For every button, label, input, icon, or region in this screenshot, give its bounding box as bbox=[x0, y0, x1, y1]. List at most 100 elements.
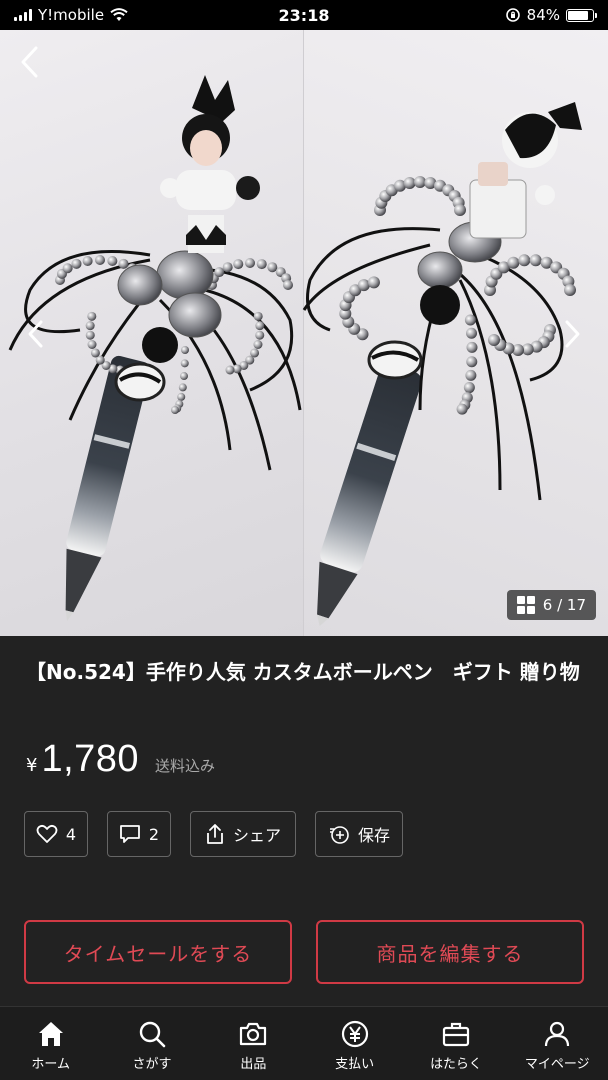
action-buttons: 4 2 シェア 保存 bbox=[24, 811, 403, 857]
image-counter[interactable]: 6 / 17 bbox=[506, 590, 596, 620]
status-bar: Y!mobile 23:18 84% bbox=[0, 0, 608, 30]
left-figure bbox=[160, 75, 260, 253]
bead bbox=[245, 258, 255, 268]
shipping-label: 送料込み bbox=[155, 757, 216, 775]
bead bbox=[180, 372, 189, 381]
bead bbox=[454, 204, 466, 216]
bead bbox=[233, 259, 244, 270]
bead bbox=[214, 267, 225, 278]
bead bbox=[181, 346, 189, 354]
bead bbox=[403, 176, 416, 189]
bead bbox=[253, 311, 263, 321]
tab-mypage-label: マイページ bbox=[524, 1057, 590, 1072]
tab-home[interactable]: ホーム bbox=[0, 1007, 101, 1080]
image-counter-text: 6 / 17 bbox=[542, 596, 586, 614]
bead bbox=[488, 334, 501, 346]
bead bbox=[253, 339, 263, 349]
comment-count: 2 bbox=[148, 824, 160, 844]
bead bbox=[518, 254, 531, 267]
bead bbox=[225, 365, 235, 375]
signal-icon bbox=[14, 9, 32, 21]
bead bbox=[466, 327, 478, 339]
bead bbox=[90, 348, 100, 358]
search-icon bbox=[139, 1021, 166, 1048]
bead bbox=[464, 314, 476, 326]
price-row: ¥ 1,780 送料込み bbox=[26, 738, 215, 781]
bead bbox=[456, 403, 468, 415]
back-button[interactable] bbox=[14, 44, 46, 80]
tab-search[interactable]: さがす bbox=[101, 1007, 202, 1080]
bead bbox=[171, 406, 179, 414]
back-icon bbox=[21, 46, 38, 78]
bead bbox=[118, 258, 129, 269]
like-count: 4 bbox=[65, 824, 77, 844]
clock: 23:18 bbox=[278, 5, 330, 25]
bead bbox=[466, 356, 478, 368]
tab-home-label: ホーム bbox=[31, 1057, 70, 1072]
bead bbox=[178, 383, 187, 392]
product-price: 1,780 bbox=[41, 738, 140, 780]
grid-icon bbox=[516, 596, 535, 614]
bead bbox=[255, 321, 265, 331]
bead bbox=[357, 279, 370, 292]
status-left: Y!mobile bbox=[14, 6, 214, 24]
yen-icon bbox=[341, 1020, 368, 1048]
bead bbox=[62, 263, 73, 274]
bead bbox=[222, 262, 233, 273]
time-sale-button[interactable]: タイムセールをする bbox=[24, 920, 292, 984]
bead bbox=[463, 382, 475, 394]
orientation-lock-icon bbox=[505, 8, 520, 22]
next-image-button[interactable] bbox=[552, 308, 592, 360]
tab-listing[interactable]: 出品 bbox=[203, 1007, 304, 1080]
bead bbox=[87, 339, 97, 349]
bead bbox=[507, 256, 520, 269]
product-title: 【No.524】手作り人気 カスタムボールペン ギフト 贈り物 bbox=[26, 660, 580, 684]
carrier-label: Y!mobile bbox=[38, 6, 105, 24]
tab-payment[interactable]: 支払い bbox=[304, 1007, 405, 1080]
briefcase-icon bbox=[442, 1022, 470, 1047]
home-icon bbox=[38, 1022, 63, 1046]
edit-product-button[interactable]: 商品を編集する bbox=[316, 920, 584, 984]
bead bbox=[283, 280, 293, 290]
bead bbox=[85, 330, 95, 340]
comment-button[interactable]: 2 bbox=[107, 811, 171, 857]
tab-work-label: はたらく bbox=[430, 1057, 482, 1072]
bead bbox=[107, 255, 118, 266]
chevron-right-icon bbox=[565, 320, 580, 348]
heart-icon bbox=[36, 824, 58, 843]
right-figure bbox=[469, 102, 582, 239]
tab-listing-label: 出品 bbox=[240, 1057, 267, 1072]
bead bbox=[414, 176, 426, 188]
share-label: シェア bbox=[232, 826, 281, 845]
bead bbox=[564, 284, 576, 296]
bead bbox=[255, 330, 265, 340]
battery-percent: 84% bbox=[526, 6, 560, 24]
tab-bar: ホーム さがす 出品 支払い はたらく マイページ bbox=[0, 1006, 608, 1080]
bead bbox=[71, 258, 82, 269]
save-button[interactable]: 保存 bbox=[315, 811, 403, 857]
share-button[interactable]: シェア bbox=[190, 811, 296, 857]
share-icon bbox=[207, 824, 223, 844]
save-label: 保存 bbox=[357, 826, 390, 845]
comment-icon bbox=[120, 825, 140, 843]
bead bbox=[87, 311, 97, 321]
bead bbox=[180, 359, 189, 368]
product-image-gallery[interactable]: 6 / 17 bbox=[0, 30, 608, 636]
like-button[interactable]: 4 bbox=[24, 811, 88, 857]
bead bbox=[256, 259, 267, 270]
tab-payment-label: 支払い bbox=[335, 1057, 375, 1072]
bead bbox=[466, 341, 478, 353]
wifi-icon bbox=[110, 8, 128, 21]
bead bbox=[85, 321, 95, 331]
right-pen bbox=[317, 364, 422, 626]
tab-work[interactable]: はたらく bbox=[405, 1007, 506, 1080]
bead bbox=[529, 254, 542, 267]
save-icon bbox=[329, 826, 349, 844]
pen-illustration bbox=[8, 75, 582, 626]
tab-search-label: さがす bbox=[132, 1057, 172, 1072]
bead bbox=[177, 392, 186, 401]
bead bbox=[267, 262, 278, 273]
tab-mypage[interactable]: マイページ bbox=[507, 1007, 608, 1080]
previous-image-button[interactable] bbox=[16, 308, 56, 360]
person-icon bbox=[545, 1021, 570, 1047]
